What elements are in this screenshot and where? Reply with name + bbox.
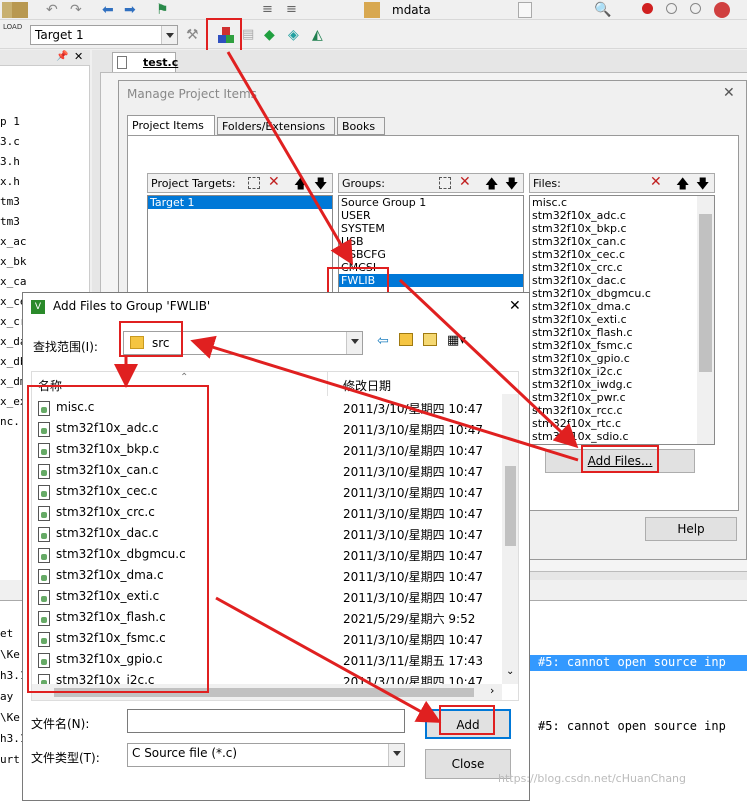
arrow-to-add-files xyxy=(398,278,579,449)
watermark: https://blog.csdn.net/cHuanChang xyxy=(498,772,687,785)
arrow-to-src xyxy=(190,335,579,462)
arrow-to-add-button xyxy=(215,596,442,723)
arrow-to-groups xyxy=(226,51,354,266)
annotation-arrows xyxy=(114,51,579,723)
